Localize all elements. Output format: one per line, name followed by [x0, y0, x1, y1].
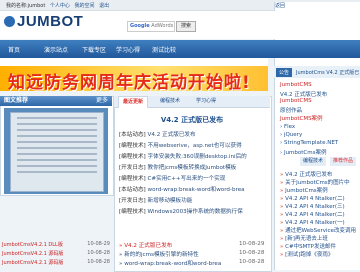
- ad-link[interactable]: JumbotCMS案例: [280, 114, 323, 122]
- site-logo[interactable]: JUMBOT: [4, 13, 83, 30]
- news-line[interactable]: [本站动态] V4.2 正式版已发布: [119, 130, 196, 138]
- bottom-news-line[interactable]: » 新的的jcms模板引擎的新特性 10-08-28: [119, 250, 264, 258]
- hot-link[interactable]: › jQuery: [280, 132, 302, 138]
- nav-study[interactable]: 学习心得: [116, 45, 140, 54]
- right-link[interactable]: » V4.2 API 4 Ntalker(一): [280, 218, 345, 226]
- top-bar: 我的名称:jumbot 个人中心 我的空间 退出 返回: [0, 0, 360, 206]
- logo-icon: [4, 16, 15, 27]
- bottom-news-line[interactable]: » word-wrap:break-word和word-brea 10-08-28: [119, 259, 264, 267]
- right-link[interactable]: » V4.2 正式版已发布: [280, 170, 332, 178]
- ad-link[interactable]: V4.2 正式版已发布: [280, 90, 327, 98]
- search-input[interactable]: Google AdWords: [127, 21, 175, 32]
- notice-label: 公告: [276, 68, 293, 77]
- nav-download[interactable]: 下载专区: [82, 45, 106, 54]
- ad-link[interactable]: JumbotCMS: [280, 98, 312, 104]
- right-link[interactable]: » [新]再无语去上班: [280, 234, 328, 242]
- search-button[interactable]: 搜索: [176, 21, 196, 32]
- bottom-news-line[interactable]: » V4.2 正式版已发布 10-08-29: [119, 241, 264, 249]
- banner-text: 知远防务网周年庆活动开始啦!: [8, 73, 251, 91]
- user-info: 我的名称:jumbot 个人中心 我的空间 退出: [6, 2, 109, 9]
- list-item[interactable]: JumbotCmsV4.2.1 DLL版 10-08-29: [0, 241, 112, 249]
- tab-latest[interactable]: 最近更新: [118, 96, 149, 108]
- right-link[interactable]: » V4.2 API 4 Ntalker(二): [280, 194, 345, 202]
- nav-demo[interactable]: 演示站点: [44, 45, 68, 54]
- hot-link[interactable]: › Flex: [280, 124, 295, 130]
- list-item[interactable]: JumbotCmsV4.2.1 源码版 10-08-28: [0, 250, 112, 258]
- notice-text[interactable]: JumbotCms V4.2 正式版已: [296, 69, 359, 76]
- tab-programming[interactable]: 编程技术: [156, 96, 184, 107]
- subnav-strip: [0, 58, 268, 66]
- headline-link[interactable]: V4.2 正式版已发布: [114, 115, 270, 125]
- right-link[interactable]: » C#中SMTP发送邮件: [280, 242, 336, 250]
- latest-tabs: 最近更新 编程技术 学习心得: [114, 96, 270, 108]
- list-item[interactable]: JumbotCmsV4.2.1 源码版 10-08-28: [0, 259, 112, 267]
- tab-right-programming[interactable]: 编程技术: [300, 157, 327, 166]
- nav-test[interactable]: 测试比较: [152, 45, 176, 54]
- hot-link[interactable]: › StringTemplate.NET: [280, 140, 338, 146]
- ad-link[interactable]: 原创作品: [280, 106, 302, 114]
- space-link[interactable]: 我的空间: [75, 3, 95, 9]
- news-line[interactable]: [编程技术] C#实用C++写出来的一个实现: [119, 174, 225, 182]
- news-line[interactable]: [编程技术] 字体安装失败:360误删desktop.ini后的: [119, 152, 247, 160]
- promo-banner[interactable]: 知远防务网周年庆活动开始啦!: [0, 66, 268, 91]
- news-line[interactable]: [开发日志] 新增移动模板功能: [119, 196, 192, 204]
- main-nav: 首页 演示站点 下载专区 学习心得 测试比较: [0, 40, 360, 58]
- right-link[interactable]: » 关于JumbotCms的图片中: [280, 178, 350, 186]
- right-link[interactable]: » JumbotCms案例: [280, 186, 328, 194]
- ad-link[interactable]: JumbotCMS: [280, 82, 312, 88]
- featured-title-bar: 图文推荐 更多: [0, 96, 112, 106]
- tab-notes[interactable]: 学习心得: [192, 96, 220, 107]
- news-line[interactable]: [开发日志] 教你把jcms模板转换成Jumbot模板: [119, 163, 236, 171]
- news-line[interactable]: [编程技术] Windows2003操作系统的数据执行保: [119, 207, 243, 215]
- right-link[interactable]: » V4.2 API 4 Ntalker(三): [280, 202, 345, 210]
- hot-link[interactable]: › JumbotCms案例: [280, 148, 327, 156]
- right-link[interactable]: » V4.2 API 4 Ntalker(二): [280, 210, 345, 218]
- tab-right-recommended[interactable]: 推荐作品: [330, 157, 357, 166]
- right-link[interactable]: » [测试]跑掉《夜雨》: [280, 250, 333, 258]
- screenshot-thumbnail: [10, 112, 104, 192]
- nav-home[interactable]: 首页: [8, 45, 20, 54]
- logout-link[interactable]: 退出: [99, 3, 109, 9]
- news-line[interactable]: [本站动态] word-wrap:break-word和word-brea: [119, 185, 245, 193]
- featured-more-link[interactable]: 更多: [96, 96, 108, 106]
- right-link[interactable]: » 通过把WebService改变调用: [280, 226, 356, 234]
- username-label: 我的名称:jumbot: [6, 3, 46, 9]
- news-line[interactable]: [编程技术] 不用webserive，asp.net也可以获得: [119, 141, 242, 149]
- featured-title: 图文推荐: [4, 97, 29, 104]
- profile-link[interactable]: 个人中心: [50, 3, 70, 9]
- featured-image[interactable]: [4, 108, 108, 194]
- notice-bar: 公告 JumbotCms V4.2 正式版已: [274, 66, 360, 78]
